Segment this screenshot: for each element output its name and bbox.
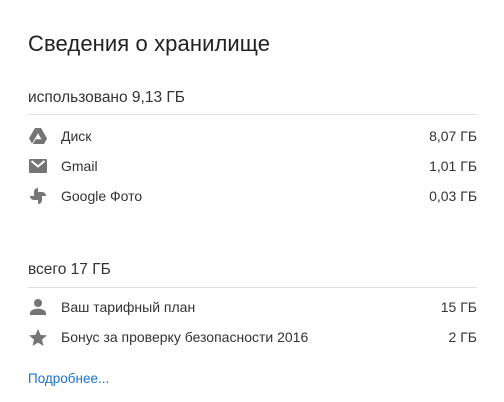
storage-row-label: Google Фото: [61, 188, 143, 204]
storage-row-label: Gmail: [61, 158, 98, 174]
page-title: Сведения о хранилище: [28, 31, 271, 56]
storage-row-plan: Ваш тарифный план 15 ГБ: [28, 296, 477, 318]
storage-row-gmail: Gmail 1,01 ГБ: [28, 155, 477, 177]
storage-row-value: 1,01 ГБ: [429, 158, 477, 174]
storage-row-value: 15 ГБ: [440, 299, 477, 315]
total-storage-heading: всего 17 ГБ: [28, 261, 111, 278]
storage-row-value: 0,03 ГБ: [429, 188, 477, 204]
more-details-link[interactable]: Подробнее...: [28, 371, 109, 386]
storage-row-label: Диск: [61, 128, 92, 144]
storage-row-drive: Диск 8,07 ГБ: [28, 125, 477, 147]
storage-row-value: 2 ГБ: [448, 329, 477, 345]
storage-row-label: Бонус за проверку безопасности 2016: [61, 329, 309, 345]
person-icon: [28, 297, 48, 317]
google-photos-icon: [28, 186, 48, 206]
storage-details-panel: Сведения о хранилище использовано 9,13 Г…: [0, 0, 504, 402]
storage-row-google-photos: Google Фото 0,03 ГБ: [28, 185, 477, 207]
drive-icon: [28, 126, 48, 146]
gmail-icon: [28, 156, 48, 176]
storage-row-bonus: Бонус за проверку безопасности 2016 2 ГБ: [28, 326, 477, 348]
storage-row-value: 8,07 ГБ: [429, 128, 477, 144]
used-storage-heading: использовано 9,13 ГБ: [28, 89, 185, 106]
storage-row-label: Ваш тарифный план: [61, 299, 196, 315]
divider: [28, 287, 477, 288]
divider: [28, 114, 477, 115]
star-icon: [28, 327, 48, 347]
